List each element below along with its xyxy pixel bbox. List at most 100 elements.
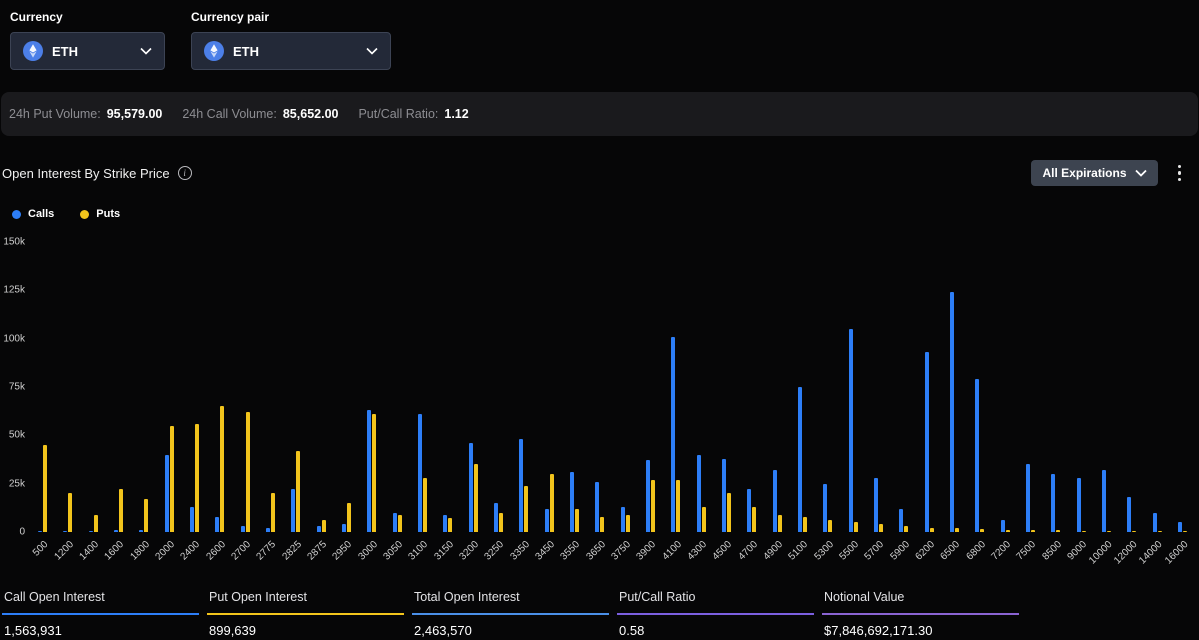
x-axis-label: 6500 — [939, 539, 963, 563]
section-title-wrap: Open Interest By Strike Price i — [2, 166, 1031, 181]
call-bar — [494, 503, 498, 532]
x-tick-cell: 3650 — [587, 532, 612, 580]
x-axis-label: 5300 — [812, 539, 836, 563]
x-tick-cell: 1800 — [131, 532, 156, 580]
put-bar — [828, 520, 832, 532]
bar-group — [1018, 242, 1043, 532]
put-bar — [803, 517, 807, 532]
currency-select-group: Currency ETH — [10, 10, 165, 92]
x-axis-label: 2775 — [255, 539, 279, 563]
x-tick-cell: 3900 — [638, 532, 663, 580]
currency-label: Currency — [10, 10, 165, 24]
volume-stat-value: 1.12 — [444, 107, 468, 121]
bar-group — [1119, 242, 1144, 532]
x-axis-label: 3000 — [356, 539, 380, 563]
footer-stats: Call Open Interest1,563,931Put Open Inte… — [0, 584, 1199, 638]
bar-group — [916, 242, 941, 532]
volume-stats: 24h Put Volume:95,579.00 24h Call Volume:… — [1, 92, 1198, 136]
x-axis-label: 8500 — [1040, 539, 1064, 563]
info-icon[interactable]: i — [178, 166, 192, 180]
currency-pair-select-group: Currency pair ETH — [191, 10, 391, 92]
x-tick-cell: 6200 — [916, 532, 941, 580]
bar-group — [942, 242, 967, 532]
x-tick-cell: 4300 — [689, 532, 714, 580]
x-axis-label: 4100 — [660, 539, 684, 563]
y-axis: 150k125k100k75k50k25k0 — [0, 242, 30, 532]
legend-item-puts[interactable]: Puts — [80, 208, 120, 220]
call-bar — [469, 443, 473, 532]
call-bar — [165, 455, 169, 532]
stat-card-value: 899,639 — [207, 615, 404, 638]
x-tick-cell: 1600 — [106, 532, 131, 580]
bar-group — [511, 242, 536, 532]
expirations-filter-button[interactable]: All Expirations — [1031, 160, 1157, 186]
call-bar — [190, 507, 194, 532]
currency-pair-select[interactable]: ETH — [191, 32, 391, 70]
x-axis-label: 3050 — [382, 539, 406, 563]
volume-stat: 24h Put Volume:95,579.00 — [9, 107, 162, 121]
call-bar — [1001, 520, 1005, 532]
x-tick-cell: 5100 — [790, 532, 815, 580]
x-axis-label: 5900 — [888, 539, 912, 563]
y-axis-tick: 125k — [3, 285, 25, 296]
bar-group — [283, 242, 308, 532]
bar-group — [1043, 242, 1068, 532]
put-bar — [499, 513, 503, 532]
x-tick-cell: 5900 — [891, 532, 916, 580]
x-axis-label: 3550 — [559, 539, 583, 563]
x-axis-label: 1800 — [128, 539, 152, 563]
x-axis-label: 7500 — [1015, 539, 1039, 563]
x-axis-label: 4500 — [711, 539, 735, 563]
bar-group — [891, 242, 916, 532]
x-tick-cell: 2875 — [309, 532, 334, 580]
bar-group — [638, 242, 663, 532]
x-tick-cell: 3050 — [385, 532, 410, 580]
bar-group — [1094, 242, 1119, 532]
x-axis-label: 3150 — [432, 539, 456, 563]
currency-value: ETH — [52, 44, 131, 59]
x-tick-cell: 6800 — [967, 532, 992, 580]
x-tick-cell: 1200 — [55, 532, 80, 580]
call-bar — [570, 472, 574, 532]
bar-group — [613, 242, 638, 532]
stat-card: Notional Value$7,846,692,171.30 — [822, 584, 1019, 638]
currency-select[interactable]: ETH — [10, 32, 165, 70]
bar-group — [385, 242, 410, 532]
bar-group — [1068, 242, 1093, 532]
currency-pair-value: ETH — [233, 44, 357, 59]
legend-item-calls[interactable]: Calls — [12, 208, 54, 220]
x-axis-label: 500 — [31, 539, 51, 559]
x-axis-label: 2700 — [230, 539, 254, 563]
bar-group — [714, 242, 739, 532]
plot-area — [30, 242, 1195, 532]
more-options-button[interactable] — [1174, 161, 1186, 186]
legend-label: Calls — [28, 208, 54, 220]
bar-group — [992, 242, 1017, 532]
x-axis-label: 3100 — [407, 539, 431, 563]
x-tick-cell: 16000 — [1170, 532, 1195, 580]
volume-stat: 24h Call Volume:85,652.00 — [182, 107, 338, 121]
call-bar — [899, 509, 903, 532]
put-bar — [246, 412, 250, 532]
bar-group — [131, 242, 156, 532]
x-tick-cell: 5700 — [866, 532, 891, 580]
x-tick-cell: 3200 — [461, 532, 486, 580]
bar-group — [1144, 242, 1169, 532]
x-axis-label: 7200 — [989, 539, 1013, 563]
x-axis-label: 2600 — [204, 539, 228, 563]
call-bar — [646, 460, 650, 532]
call-bar — [1102, 470, 1106, 532]
x-axis-label: 2950 — [331, 539, 355, 563]
bar-group — [359, 242, 384, 532]
call-bar — [925, 352, 929, 532]
x-tick-cell: 2600 — [207, 532, 232, 580]
chevron-down-icon — [366, 47, 378, 55]
x-axis-label: 2400 — [179, 539, 203, 563]
bar-group — [461, 242, 486, 532]
x-tick-cell: 7500 — [1018, 532, 1043, 580]
x-axis-label: 6800 — [964, 539, 988, 563]
x-axis-label: 4900 — [761, 539, 785, 563]
currency-pair-label: Currency pair — [191, 10, 391, 24]
x-axis-label: 6200 — [913, 539, 937, 563]
x-tick-cell: 4700 — [739, 532, 764, 580]
